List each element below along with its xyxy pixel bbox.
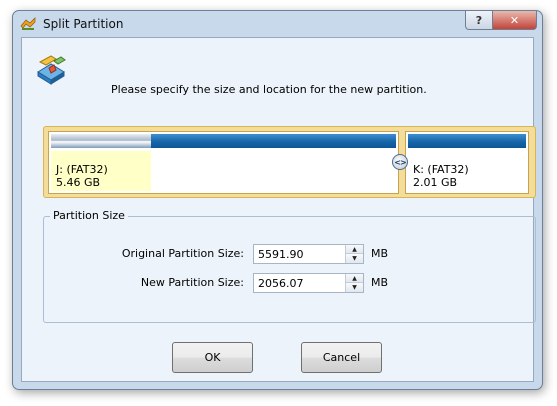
partition-size-label: 2.01 GB: [413, 176, 458, 189]
cancel-button[interactable]: Cancel: [301, 342, 382, 373]
partition-size-label: 5.46 GB: [56, 176, 101, 189]
split-partition-dialog: Split Partition ? ✕ Please specify the s…: [12, 10, 543, 390]
spin-up-icon[interactable]: ▲: [346, 274, 363, 283]
new-size-stepper[interactable]: 2056.07 ▲ ▼: [253, 273, 364, 293]
new-size-input[interactable]: 2056.07: [258, 277, 304, 290]
partition-size-group: Partition Size Original Partition Size: …: [43, 209, 536, 323]
resize-handle-icon[interactable]: <>: [392, 154, 408, 170]
disk-split-icon: [37, 55, 66, 85]
close-icon: ✕: [509, 13, 520, 27]
spin-down-icon[interactable]: ▼: [346, 254, 363, 263]
partition-k[interactable]: K: (FAT32) 2.01 GB: [405, 131, 529, 194]
group-title: Partition Size: [50, 209, 128, 222]
window-title: Split Partition: [43, 17, 124, 31]
help-button[interactable]: ?: [465, 11, 493, 30]
partition-usage-fill: [51, 134, 152, 148]
partition-drive-label: J: (FAT32): [56, 163, 108, 176]
partition-usage-bar: [408, 134, 526, 148]
partition-drive-label: K: (FAT32): [413, 163, 469, 176]
help-icon: ?: [475, 13, 483, 27]
partition-map[interactable]: J: (FAT32) 5.46 GB K: (FAT32) 2.01 GB <>: [43, 126, 536, 198]
partition-j[interactable]: J: (FAT32) 5.46 GB: [48, 131, 399, 194]
ok-button[interactable]: OK: [172, 342, 253, 373]
new-size-unit: MB: [371, 276, 389, 289]
instruction-text: Please specify the size and location for…: [111, 83, 427, 96]
original-size-label: Original Partition Size:: [121, 247, 244, 260]
partition-usage-bar: [51, 134, 396, 148]
new-size-label: New Partition Size:: [140, 276, 244, 289]
close-button[interactable]: ✕: [493, 11, 537, 30]
title-bar[interactable]: Split Partition ? ✕: [13, 11, 542, 37]
partition-app-icon: [20, 17, 36, 30]
spin-down-icon[interactable]: ▼: [346, 283, 363, 292]
spin-up-icon[interactable]: ▲: [346, 245, 363, 254]
original-size-unit: MB: [371, 247, 389, 260]
original-size-input[interactable]: 5591.90: [258, 248, 304, 261]
original-size-stepper[interactable]: 5591.90 ▲ ▼: [253, 244, 364, 264]
